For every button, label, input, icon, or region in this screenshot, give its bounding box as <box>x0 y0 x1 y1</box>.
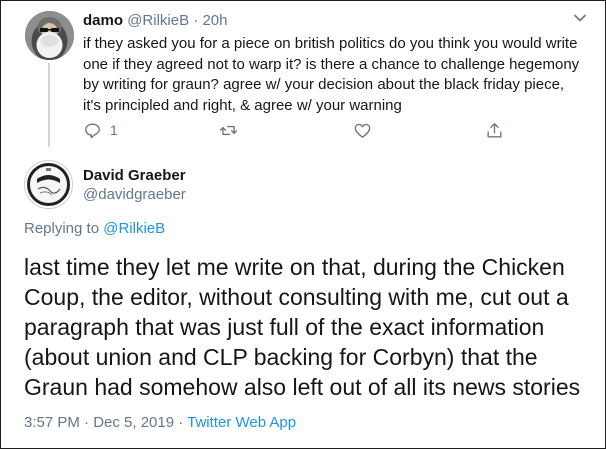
avatar-image <box>25 161 72 208</box>
avatar[interactable] <box>25 11 74 60</box>
reply-icon <box>85 122 100 138</box>
reply-text: if they asked you for a piece on british… <box>83 35 580 114</box>
timestamp[interactable]: 20h <box>202 12 227 29</box>
replying-prefix: Replying to <box>24 220 100 237</box>
display-name[interactable]: damo <box>83 12 123 29</box>
action-bar: 1 <box>83 119 513 141</box>
tweet-meta: 3:57 PM · Dec 5, 2019 · Twitter Web App <box>24 414 296 431</box>
avatar-image <box>25 11 74 60</box>
replying-to-link[interactable]: @RilkieB <box>103 220 165 237</box>
display-name[interactable]: David Graeber <box>83 167 186 184</box>
retweet-icon <box>219 125 238 135</box>
share-icon <box>487 122 502 138</box>
reply-header: damo @RilkieB · 20h <box>83 12 227 29</box>
chevron-down-icon[interactable] <box>573 11 587 25</box>
separator: · <box>193 12 199 29</box>
tweet-timestamp[interactable]: 3:57 PM · Dec 5, 2019 · <box>24 414 187 431</box>
retweet-button[interactable] <box>219 119 238 141</box>
tweet-text: last time they let me write on that, dur… <box>24 254 581 400</box>
source-app-link[interactable]: Twitter Web App <box>187 414 296 431</box>
replying-to: Replying to @RilkieB <box>24 220 165 237</box>
thread-line <box>48 63 50 147</box>
share-button[interactable] <box>485 119 504 141</box>
like-button[interactable] <box>353 119 372 141</box>
reply-button[interactable]: 1 <box>83 119 118 141</box>
like-icon <box>354 123 371 138</box>
user-handle[interactable]: @RilkieB <box>127 12 189 29</box>
reply-tweet[interactable]: damo @RilkieB · 20h if they asked you fo… <box>1 1 605 147</box>
user-handle[interactable]: @davidgraeber <box>83 186 186 203</box>
reply-count: 1 <box>110 122 118 138</box>
avatar[interactable] <box>24 160 73 209</box>
main-tweet: David Graeber @davidgraeber Replying to … <box>1 151 605 448</box>
